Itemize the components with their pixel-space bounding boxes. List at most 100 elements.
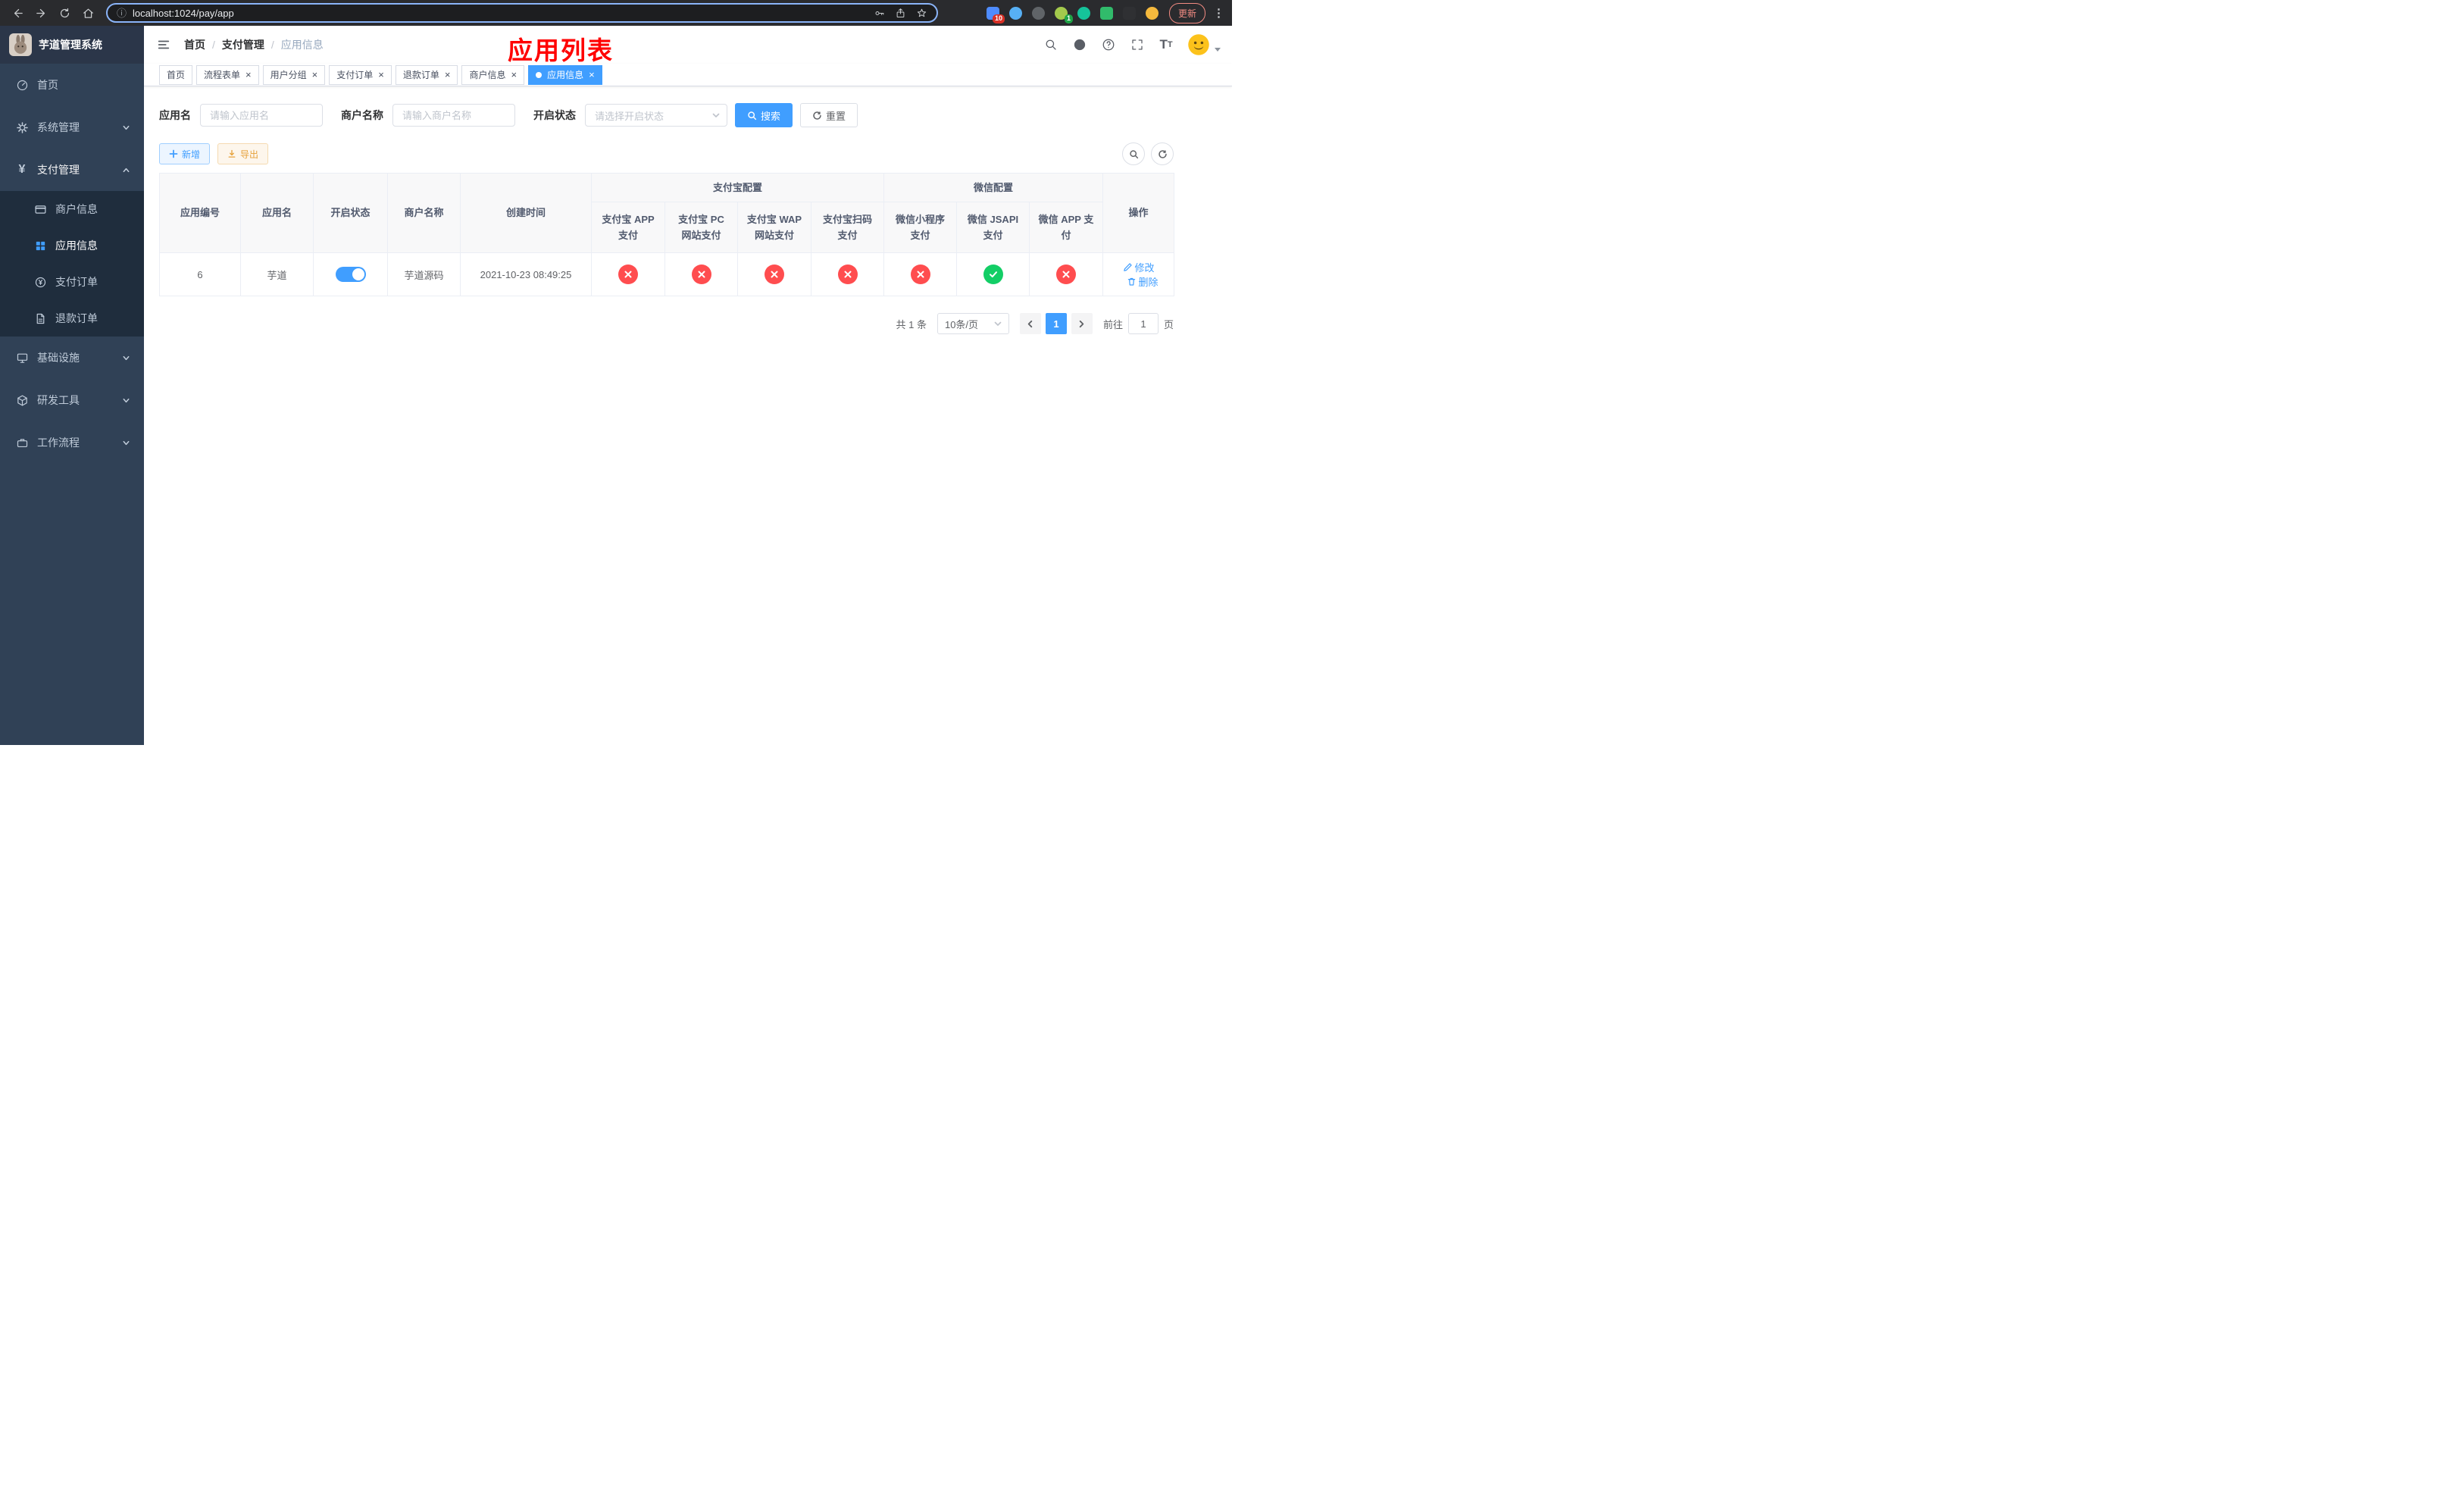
address-bar[interactable]: ⓘ localhost:1024/pay/app bbox=[106, 3, 938, 23]
tab-close-icon[interactable]: × bbox=[245, 70, 252, 80]
next-page-button[interactable] bbox=[1071, 313, 1093, 334]
tab-user-group[interactable]: 用户分组 × bbox=[262, 64, 326, 85]
extension-icon-7[interactable] bbox=[1122, 6, 1136, 20]
sidebar-subitem-merchant-info[interactable]: 商户信息 bbox=[0, 191, 144, 227]
sidebar-item-workflow[interactable]: 工作流程 bbox=[0, 421, 144, 464]
breadcrumb-current: 应用信息 bbox=[280, 39, 324, 51]
sidebar-subitem-app-info[interactable]: 应用信息 bbox=[0, 227, 144, 264]
cell-actions: 修改 删除 bbox=[1102, 252, 1175, 296]
add-button[interactable]: 新增 bbox=[159, 143, 211, 164]
tab-close-icon[interactable]: × bbox=[445, 70, 451, 80]
tab-home[interactable]: 首页 bbox=[159, 64, 193, 85]
sidebar-subitem-refund-order[interactable]: 退款订单 bbox=[0, 300, 144, 337]
help-icon[interactable] bbox=[1101, 37, 1116, 52]
sidebar-item-system-mgmt[interactable]: 系统管理 bbox=[0, 106, 144, 149]
breadcrumb-payment[interactable]: 支付管理 bbox=[222, 37, 264, 52]
bookmark-star-icon[interactable] bbox=[916, 8, 927, 19]
tab-process-form[interactable]: 流程表单 × bbox=[196, 64, 259, 85]
chevron-down-icon bbox=[123, 440, 130, 445]
tab-pay-order[interactable]: 支付订单 × bbox=[329, 64, 392, 85]
tab-label: 退款订单 bbox=[402, 70, 439, 80]
chevron-down-icon bbox=[123, 355, 130, 360]
password-key-icon[interactable] bbox=[874, 8, 885, 19]
user-avatar bbox=[1187, 33, 1210, 56]
app-name-input[interactable] bbox=[200, 104, 323, 127]
export-button[interactable]: 导出 bbox=[217, 143, 269, 164]
goto-label: 前往 bbox=[1102, 318, 1123, 330]
table-row: 6 芋道 芋道源码 2021-10-23 08:49:25 修改 删除 bbox=[159, 252, 1175, 296]
delete-link[interactable]: 删除 bbox=[1127, 274, 1159, 289]
goto-page-input[interactable] bbox=[1127, 313, 1159, 334]
app-title: 芋道管理系统 bbox=[39, 39, 102, 51]
alipay-qr-status-icon bbox=[837, 265, 858, 284]
app-logo[interactable]: 芋道管理系统 bbox=[0, 26, 144, 64]
pagination: 共 1 条 10条/页 1 前往 页 bbox=[159, 313, 1174, 334]
tab-label: 用户分组 bbox=[270, 70, 307, 80]
cell-app-name: 芋道 bbox=[240, 252, 314, 296]
col-actions: 操作 bbox=[1102, 173, 1175, 253]
col-alipay-wap: 支付宝 WAP 网站支付 bbox=[737, 202, 811, 253]
caret-down-icon bbox=[1215, 47, 1221, 52]
sidebar-menu: 首页 系统管理 ¥ 支付管理 商户信息 应用信息 支付订单 退款订单 基础设施 … bbox=[0, 64, 144, 464]
forward-icon[interactable] bbox=[31, 3, 51, 23]
breadcrumb-home[interactable]: 首页 bbox=[184, 37, 205, 52]
home-icon[interactable] bbox=[78, 3, 98, 23]
status-toggle[interactable] bbox=[335, 267, 366, 282]
prev-page-button[interactable] bbox=[1019, 313, 1041, 334]
tab-label: 首页 bbox=[167, 70, 186, 80]
back-icon[interactable] bbox=[8, 3, 27, 23]
site-info-icon[interactable]: ⓘ bbox=[117, 8, 127, 18]
browser-menu-icon[interactable]: ⋮ bbox=[1213, 8, 1224, 19]
sidebar-collapse-icon[interactable] bbox=[155, 36, 172, 53]
sidebar-subitem-pay-order[interactable]: 支付订单 bbox=[0, 264, 144, 300]
sidebar-item-infrastructure[interactable]: 基础设施 bbox=[0, 337, 144, 379]
extension-icon-8[interactable] bbox=[1145, 6, 1159, 20]
extension-icon-4[interactable]: 1 bbox=[1054, 6, 1073, 23]
tab-close-icon[interactable]: × bbox=[312, 70, 318, 80]
fullscreen-icon[interactable] bbox=[1130, 37, 1145, 52]
tab-label: 应用信息 bbox=[547, 70, 584, 80]
extension-icon-1[interactable]: 10 bbox=[986, 6, 1005, 23]
col-wechat-jsapi: 微信 JSAPI 支付 bbox=[956, 202, 1030, 253]
user-menu[interactable] bbox=[1187, 33, 1221, 56]
extension-icon-6[interactable] bbox=[1099, 6, 1113, 20]
font-size-icon[interactable]: TT bbox=[1159, 37, 1174, 52]
tab-label: 流程表单 bbox=[204, 70, 241, 80]
cell-status bbox=[313, 252, 388, 296]
sidebar-item-home[interactable]: 首页 bbox=[0, 64, 144, 106]
tab-refund-order[interactable]: 退款订单 × bbox=[395, 64, 458, 85]
tab-label: 支付订单 bbox=[336, 70, 374, 80]
sidebar-item-dev-tools[interactable]: 研发工具 bbox=[0, 379, 144, 421]
chevron-down-icon bbox=[123, 125, 130, 130]
credit-card-icon bbox=[33, 202, 47, 216]
merchant-name-input[interactable] bbox=[392, 104, 515, 127]
tab-app-info[interactable]: 应用信息 × bbox=[528, 64, 602, 85]
tab-merchant-info[interactable]: 商户信息 × bbox=[461, 64, 525, 85]
col-alipay-pc: 支付宝 PC 网站支付 bbox=[664, 202, 738, 253]
extension-icon-2[interactable] bbox=[1008, 6, 1022, 20]
page-size-select[interactable]: 10条/页 bbox=[937, 313, 1009, 334]
edit-link[interactable]: 修改 bbox=[1123, 260, 1155, 274]
sidebar-item-payment-mgmt[interactable]: ¥ 支付管理 bbox=[0, 149, 144, 191]
tab-close-icon[interactable]: × bbox=[511, 70, 517, 80]
share-icon[interactable] bbox=[895, 8, 906, 19]
github-icon[interactable] bbox=[1072, 37, 1087, 52]
reset-button[interactable]: 重置 bbox=[800, 103, 858, 127]
status-select[interactable]: 请选择开启状态 bbox=[585, 104, 727, 127]
refresh-button[interactable] bbox=[1151, 142, 1174, 165]
wechat-jsapi-status-icon bbox=[983, 265, 1003, 284]
app-name-label: 应用名 bbox=[159, 109, 191, 121]
tab-close-icon[interactable]: × bbox=[589, 70, 595, 80]
search-button[interactable]: 搜索 bbox=[735, 103, 793, 127]
extension-icon-3[interactable] bbox=[1031, 6, 1045, 20]
browser-update-button[interactable]: 更新 bbox=[1168, 2, 1205, 23]
header-search-icon[interactable] bbox=[1043, 37, 1058, 52]
reload-icon[interactable] bbox=[55, 3, 74, 23]
url-text[interactable]: localhost:1024/pay/app bbox=[133, 8, 868, 19]
toggle-search-button[interactable] bbox=[1122, 142, 1145, 165]
extension-icon-5[interactable] bbox=[1077, 6, 1090, 20]
tab-close-icon[interactable]: × bbox=[378, 70, 384, 80]
page-suffix-label: 页 bbox=[1163, 318, 1174, 330]
breadcrumb-separator: / bbox=[270, 39, 274, 51]
page-number-1[interactable]: 1 bbox=[1045, 313, 1067, 334]
